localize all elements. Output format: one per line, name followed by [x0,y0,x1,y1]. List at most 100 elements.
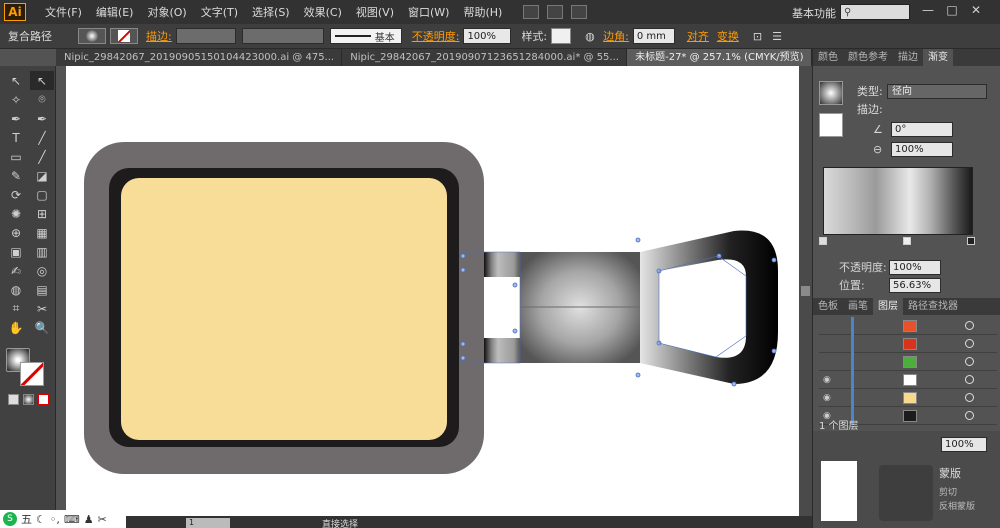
tool-19-icon[interactable]: ▥ [30,242,54,261]
angle-input[interactable]: 0° [891,121,953,137]
tool-2-icon[interactable]: ✧ [4,90,28,109]
layer-row[interactable]: ◉ [819,371,997,389]
menu-item-7[interactable]: 窗口(W) [401,4,456,20]
tool-22-icon[interactable]: ◍ [4,280,28,299]
tool-24-icon[interactable]: ⌗ [4,299,28,318]
aspect-input[interactable]: 100% [891,141,953,157]
gradient-stop-3[interactable] [967,237,975,245]
tool-20-icon[interactable]: ✍ [4,261,28,280]
menu-item-3[interactable]: 文字(T) [194,4,245,20]
tool-13-icon[interactable]: ▢ [30,185,54,204]
tab-document-2[interactable]: Nipic_29842067_20190907123651284000.ai* … [342,49,628,66]
make-mask-button[interactable]: 蒙版 [939,465,961,481]
tool-25-icon[interactable]: ✂ [30,299,54,318]
tab-swatches[interactable]: 色板 [813,298,843,315]
tool-5-icon[interactable]: ✒ [30,109,54,128]
opacity-input[interactable]: 100% [463,28,512,44]
none-mode-icon[interactable] [38,394,49,405]
layer-row[interactable]: ◉ [819,389,997,407]
gpu-icon[interactable] [571,5,588,19]
keyboard-icon[interactable]: ⌨ [64,513,80,526]
menu-item-4[interactable]: 选择(S) [245,4,297,20]
tool-0-icon[interactable]: ↖ [4,71,28,90]
help-search-input[interactable]: ⚲ [840,4,910,20]
tab-document-active[interactable]: 未标题-27* @ 257.1% (CMYK/预览) [627,49,812,66]
opacity-label[interactable]: 不透明度: [412,28,460,44]
color-mode-icon[interactable] [8,394,19,405]
gradient-stop-1[interactable] [819,237,827,245]
tool-21-icon[interactable]: ◎ [30,261,54,280]
layer-row[interactable] [819,353,997,371]
gradient-preview[interactable] [819,81,843,105]
recolor-icon[interactable]: ◍ [585,30,599,43]
visibility-eye-icon[interactable]: ◉ [823,393,835,403]
tool-8-icon[interactable]: ▭ [4,147,28,166]
tab-color-guide[interactable]: 颜色参考 [843,49,893,66]
maximize-button[interactable]: □ [944,3,960,17]
tab-color[interactable]: 颜色 [813,49,843,66]
arrange-documents-icon[interactable] [547,5,564,19]
workspace-switcher[interactable]: 基本功能 [792,5,836,21]
visibility-eye-icon[interactable]: ◉ [823,375,835,385]
corner-radius-input[interactable]: 0 mm [632,28,675,44]
transform-link[interactable]: 变换 [717,28,739,44]
scroll-thumb[interactable] [801,286,810,296]
tool-6-icon[interactable]: T [4,128,28,147]
tool-4-icon[interactable]: ✒ [4,109,28,128]
menu-item-6[interactable]: 视图(V) [349,4,401,20]
object-thumbnail[interactable] [821,461,857,521]
tool-15-icon[interactable]: ⊞ [30,204,54,223]
menu-item-2[interactable]: 对象(O) [140,4,193,20]
target-circle-icon[interactable] [965,321,974,330]
tool-11-icon[interactable]: ◪ [30,166,54,185]
layer-row[interactable] [819,317,997,335]
tool-12-icon[interactable]: ⟳ [4,185,28,204]
gradient-stroke-swatch[interactable] [819,113,843,137]
panel-menu-icon[interactable]: ☰ [772,30,782,43]
mask-thumbnail[interactable] [879,465,933,521]
tab-pathfinder[interactable]: 路径查找器 [903,298,963,315]
corner-label[interactable]: 边角: [603,28,629,44]
punctuation-icon[interactable]: ◦, [50,513,60,526]
tab-gradient[interactable]: 渐变 [923,49,953,66]
target-circle-icon[interactable] [965,411,974,420]
target-circle-icon[interactable] [965,375,974,384]
tool-9-icon[interactable]: ╱ [30,147,54,166]
tool-17-icon[interactable]: ▦ [30,223,54,242]
transparency-opacity-input[interactable]: 100% [941,437,987,452]
vertical-scrollbar[interactable] [799,66,812,516]
gradient-slider[interactable] [823,167,973,235]
stroke-weight-dropdown[interactable] [175,28,236,44]
stroke-swatch[interactable] [110,28,138,44]
gradient-mode-icon[interactable] [23,394,34,405]
tool-1-icon[interactable]: ↖ [30,71,54,90]
clip-checkbox[interactable]: 剪切 [939,485,957,498]
tool-7-icon[interactable]: ╱ [30,128,54,147]
brush-definition-dropdown[interactable]: 基本 [329,28,402,44]
tab-document-1[interactable]: Nipic_29842067_20190905150104423000.ai @… [56,49,343,66]
tools-icon[interactable]: ✂ [98,513,107,526]
tool-14-icon[interactable]: ✺ [4,204,28,223]
minimize-button[interactable]: — [920,3,936,17]
gradient-type-select[interactable]: 径向 [887,83,987,99]
ime-toolbar[interactable]: S 五 ☾ ◦, ⌨ ♟ ✂ [0,510,126,528]
menu-item-0[interactable]: 文件(F) [38,4,89,20]
connector-arm-top[interactable] [484,252,524,277]
variable-width-dropdown[interactable] [241,28,324,44]
fill-swatch[interactable] [78,28,106,44]
stroke-label[interactable]: 描边: [146,28,172,44]
tool-23-icon[interactable]: ▤ [30,280,54,299]
tool-3-icon[interactable]: ⌾ [30,90,54,109]
target-circle-icon[interactable] [965,393,974,402]
bridge-icon[interactable] [523,5,540,19]
tab-brushes[interactable]: 画笔 [843,298,873,315]
gradient-opacity-input[interactable]: 100% [889,259,941,275]
close-button[interactable]: ✕ [968,3,984,17]
stroke-color-box[interactable] [20,362,44,386]
handle-loop[interactable] [640,230,778,385]
tool-27-icon[interactable]: 🔍 [30,318,54,337]
tool-26-icon[interactable]: ✋ [4,318,28,337]
tool-10-icon[interactable]: ✎ [4,166,28,185]
tool-16-icon[interactable]: ⊕ [4,223,28,242]
artboard-number[interactable]: 1 [186,518,230,528]
